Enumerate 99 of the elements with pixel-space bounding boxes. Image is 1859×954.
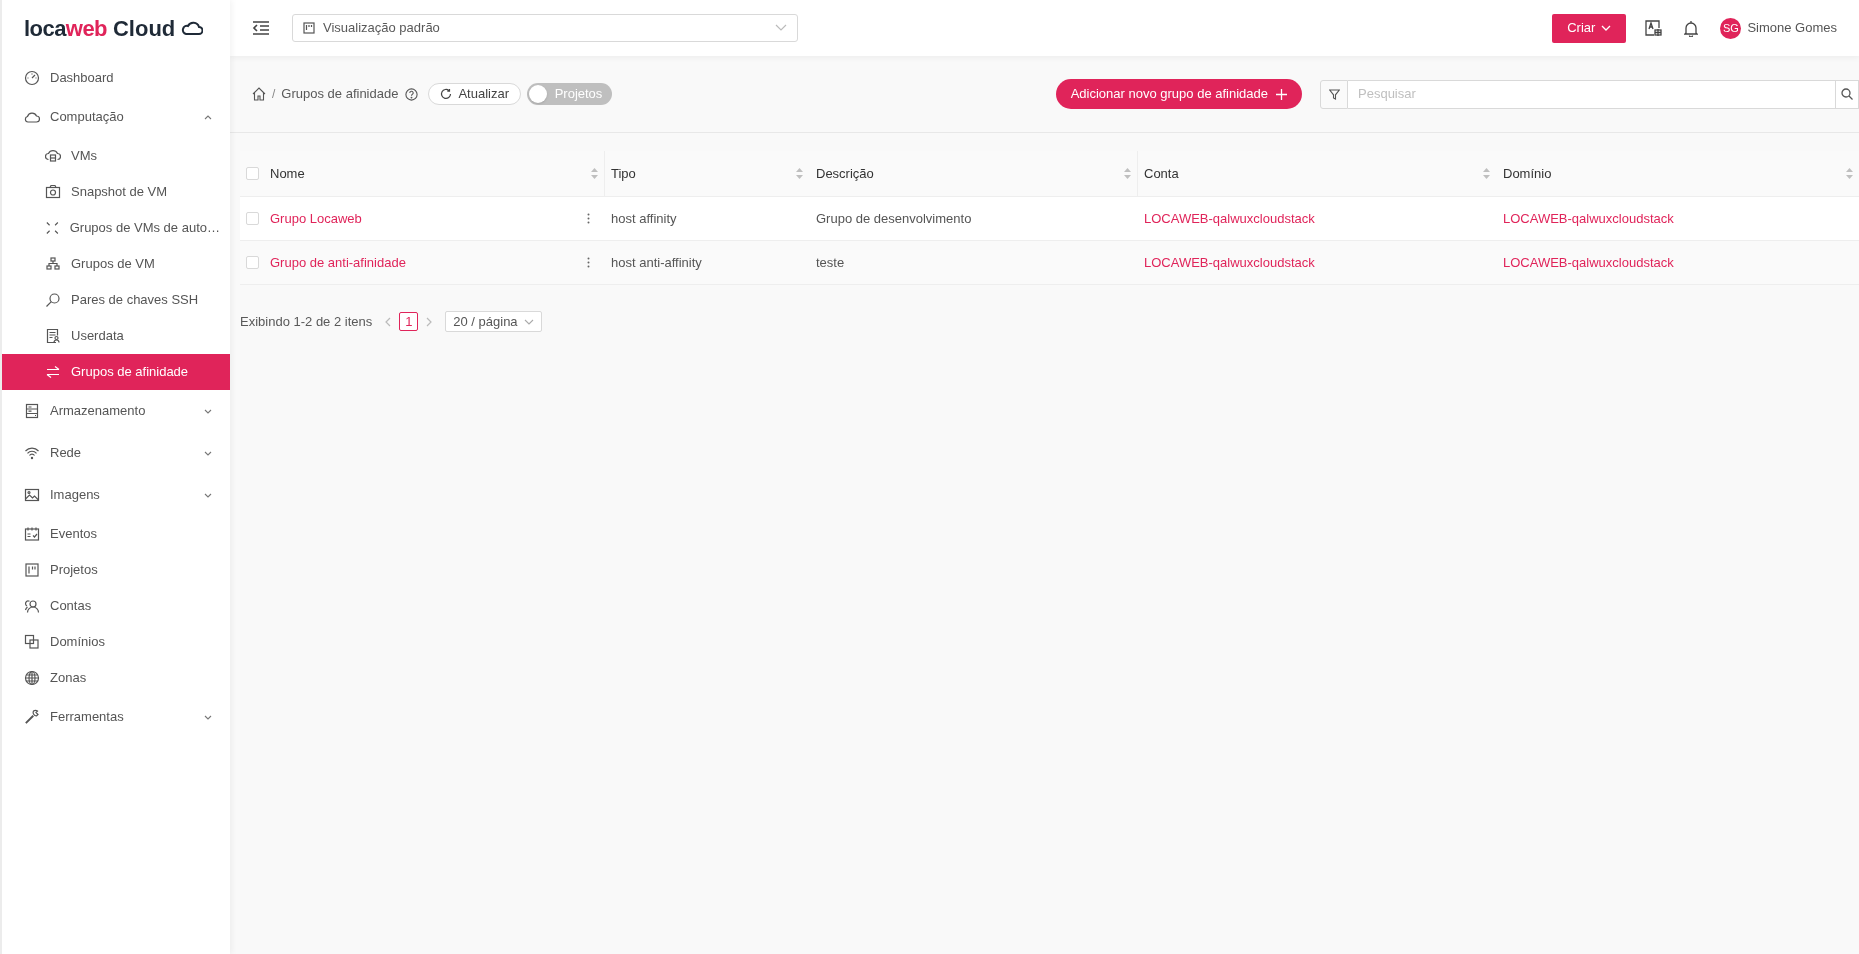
column-header[interactable]: Nome bbox=[270, 163, 591, 184]
sidebar-item[interactable]: Pares de chaves SSH bbox=[2, 282, 230, 318]
more-icon[interactable] bbox=[587, 213, 590, 224]
next-page-icon[interactable] bbox=[426, 316, 434, 327]
sidebar-item[interactable]: Contas bbox=[2, 588, 230, 624]
image-icon bbox=[24, 487, 40, 503]
wrench-icon bbox=[24, 709, 40, 725]
checkbox[interactable] bbox=[246, 256, 259, 269]
table-link[interactable]: Grupo de anti-afinidade bbox=[270, 252, 406, 273]
sidebar-item[interactable]: Zonas bbox=[2, 660, 230, 696]
user-avatar[interactable]: SG bbox=[1720, 17, 1742, 39]
search-field[interactable]: Pesquisar bbox=[1348, 79, 1835, 109]
table-link[interactable]: LOCAWEB-qalwuxcloudstack bbox=[1144, 208, 1315, 229]
page-size-select[interactable]: 20 / página bbox=[445, 311, 542, 332]
sidebar-item[interactable]: Snapshot de VM bbox=[2, 174, 230, 210]
search-button[interactable] bbox=[1835, 79, 1859, 109]
translate-icon[interactable] bbox=[1644, 19, 1663, 37]
sort-icon[interactable] bbox=[1483, 168, 1490, 179]
sort-icon[interactable] bbox=[1124, 168, 1131, 179]
checkbox[interactable] bbox=[246, 167, 259, 180]
chevron-down-icon bbox=[523, 318, 534, 325]
logo-cloud-text: Cloud bbox=[112, 14, 176, 43]
logo-text: locaweb bbox=[24, 14, 107, 43]
document-user-icon bbox=[45, 328, 61, 344]
view-select[interactable]: Visualização padrão bbox=[292, 14, 798, 42]
refresh-icon bbox=[440, 88, 453, 100]
sidebar-item[interactable]: Computação bbox=[2, 96, 230, 138]
search-icon bbox=[1841, 88, 1853, 100]
sidebar-item[interactable]: Grupos de afinidade bbox=[2, 354, 230, 390]
chevron-down-icon bbox=[204, 492, 212, 498]
create-button[interactable]: Criar bbox=[1552, 13, 1627, 43]
breadcrumb-current: Grupos de afinidade bbox=[281, 85, 399, 104]
chevron-down-icon bbox=[775, 24, 787, 32]
expand-icon bbox=[45, 220, 60, 236]
camera-icon bbox=[45, 184, 61, 200]
sidebar-item[interactable]: Imagens bbox=[2, 474, 230, 516]
globe-icon bbox=[24, 670, 40, 686]
board-icon bbox=[24, 562, 40, 578]
table-link[interactable]: Grupo Locaweb bbox=[270, 208, 362, 229]
board-icon bbox=[303, 22, 315, 34]
sidebar-item[interactable]: Eventos bbox=[2, 516, 230, 552]
sidebar-item[interactable]: Domínios bbox=[2, 624, 230, 660]
view-select-value: Visualização padrão bbox=[323, 19, 441, 38]
home-icon[interactable] bbox=[252, 87, 266, 101]
sort-icon[interactable] bbox=[1846, 168, 1853, 179]
column-header[interactable]: Tipo bbox=[611, 163, 796, 184]
pagination-summary: Exibindo 1-2 de 2 itens bbox=[240, 312, 373, 331]
table-cell-text: host affinity bbox=[611, 209, 677, 228]
user-name[interactable]: Simone Gomes bbox=[1747, 18, 1837, 38]
sort-icon[interactable] bbox=[591, 168, 598, 179]
menu-collapse-icon[interactable] bbox=[252, 20, 270, 36]
table-cell-text: host anti-affinity bbox=[611, 253, 702, 272]
table-link[interactable]: LOCAWEB-qalwuxcloudstack bbox=[1144, 252, 1315, 273]
table-link[interactable]: LOCAWEB-qalwuxcloudstack bbox=[1503, 252, 1674, 273]
filter-icon bbox=[1328, 88, 1340, 100]
table-cell-text: Grupo de desenvolvimento bbox=[816, 209, 972, 228]
chevron-up-icon bbox=[204, 114, 212, 120]
column-header[interactable]: Domínio bbox=[1503, 163, 1846, 184]
chevron-down-icon bbox=[204, 450, 212, 456]
chevron-down-icon bbox=[204, 714, 212, 720]
sidebar-item[interactable]: VMs bbox=[2, 138, 230, 174]
bell-icon[interactable] bbox=[1684, 19, 1699, 37]
checkbox[interactable] bbox=[246, 212, 259, 225]
sidebar-item[interactable]: Userdata bbox=[2, 318, 230, 354]
sidebar-item[interactable]: Ferramentas bbox=[2, 696, 230, 738]
cloud-icon bbox=[181, 21, 204, 35]
plus-icon bbox=[1276, 88, 1287, 100]
calendar-icon bbox=[24, 526, 40, 542]
page-button[interactable]: 1 bbox=[399, 312, 419, 331]
gauge-icon bbox=[24, 70, 40, 86]
cloud-server-icon bbox=[45, 148, 61, 164]
users-icon bbox=[24, 598, 40, 614]
squares-icon bbox=[24, 634, 40, 650]
sort-icon[interactable] bbox=[796, 168, 803, 179]
column-header[interactable]: Conta bbox=[1144, 163, 1483, 184]
help-icon[interactable] bbox=[405, 87, 419, 101]
key-search-icon bbox=[45, 292, 61, 308]
chevron-down-icon bbox=[204, 408, 212, 414]
filter-button[interactable] bbox=[1320, 79, 1348, 109]
breadcrumb-separator: / bbox=[272, 86, 276, 103]
arrows-swap-icon bbox=[45, 364, 61, 380]
sidebar-item[interactable]: Grupos de VM bbox=[2, 246, 230, 282]
wifi-icon bbox=[24, 445, 40, 461]
sidebar-item[interactable]: Rede bbox=[2, 432, 230, 474]
sidebar-item[interactable]: Projetos bbox=[2, 552, 230, 588]
sidebar-item[interactable]: Armazenamento bbox=[2, 390, 230, 432]
sidebar-item[interactable]: Dashboard bbox=[2, 60, 230, 96]
sidebar-item[interactable]: Grupos de VMs de auto… bbox=[2, 210, 230, 246]
column-header[interactable]: Descrição bbox=[816, 163, 1124, 184]
hierarchy-icon bbox=[45, 256, 61, 272]
table-link[interactable]: LOCAWEB-qalwuxcloudstack bbox=[1503, 208, 1674, 229]
add-affinity-group-button[interactable]: Adicionar novo grupo de afinidade bbox=[1055, 79, 1302, 109]
table-cell-text: teste bbox=[816, 253, 845, 272]
more-icon[interactable] bbox=[587, 257, 590, 268]
storage-icon bbox=[24, 403, 40, 419]
previous-page-icon[interactable] bbox=[384, 316, 392, 327]
refresh-button[interactable]: Atualizar bbox=[428, 83, 521, 105]
chevron-down-icon bbox=[1601, 25, 1612, 31]
cloud-icon bbox=[24, 109, 40, 125]
